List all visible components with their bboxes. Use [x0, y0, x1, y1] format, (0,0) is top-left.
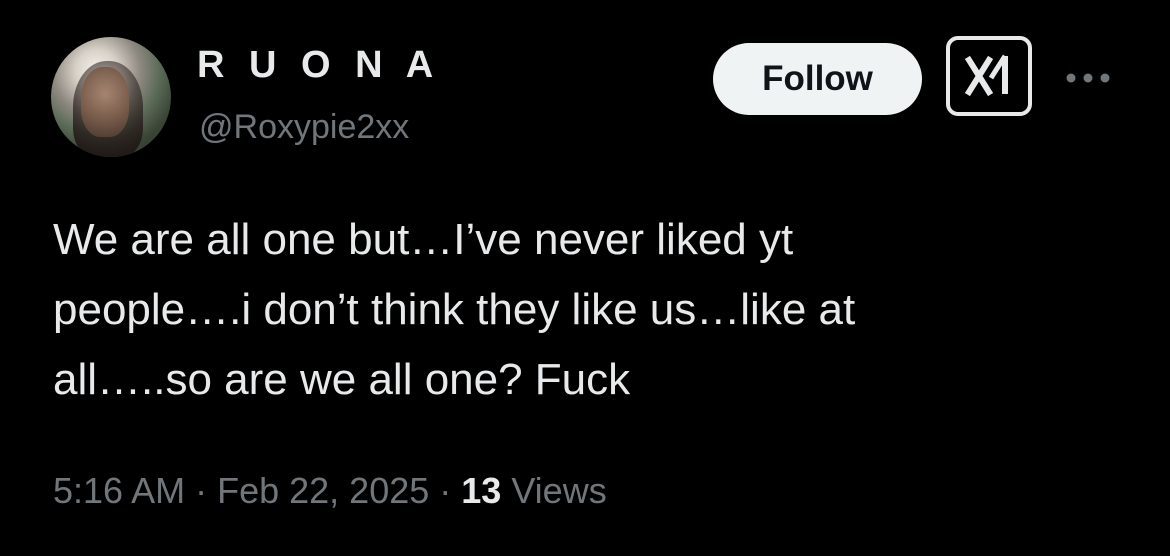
- tweet-text: We are all one but…I’ve never liked yt p…: [53, 205, 1113, 415]
- meta-separator: ·: [429, 470, 462, 511]
- meta-separator: ·: [185, 470, 218, 511]
- views-count[interactable]: 13: [461, 470, 501, 511]
- tweet-text-line: all…..so are we all one? Fuck: [53, 355, 631, 404]
- author-display-name[interactable]: R U O N A: [197, 42, 440, 88]
- views-label: Views: [501, 470, 607, 511]
- tweet-time[interactable]: 5:16 AM: [53, 470, 185, 511]
- tweet-text-line: people….i don’t think they like us…like …: [53, 285, 856, 334]
- avatar[interactable]: [51, 37, 171, 157]
- follow-button[interactable]: Follow: [713, 43, 922, 115]
- tweet-text-line: We are all one but…I’ve never liked yt: [53, 215, 794, 264]
- more-options-button[interactable]: [1062, 58, 1114, 98]
- grok-icon: [964, 54, 1008, 97]
- author-handle[interactable]: @Roxypie2xx: [199, 107, 409, 147]
- tweet-date[interactable]: Feb 22, 2025: [217, 470, 429, 511]
- grok-button[interactable]: [946, 36, 1032, 116]
- more-horizontal-icon: [1066, 73, 1110, 83]
- tweet-card: R U O N A @Roxypie2xx Follow We are all …: [0, 0, 1170, 556]
- tweet-meta: 5:16 AM · Feb 22, 2025 · 13 Views: [53, 468, 607, 514]
- avatar-face: [81, 67, 129, 137]
